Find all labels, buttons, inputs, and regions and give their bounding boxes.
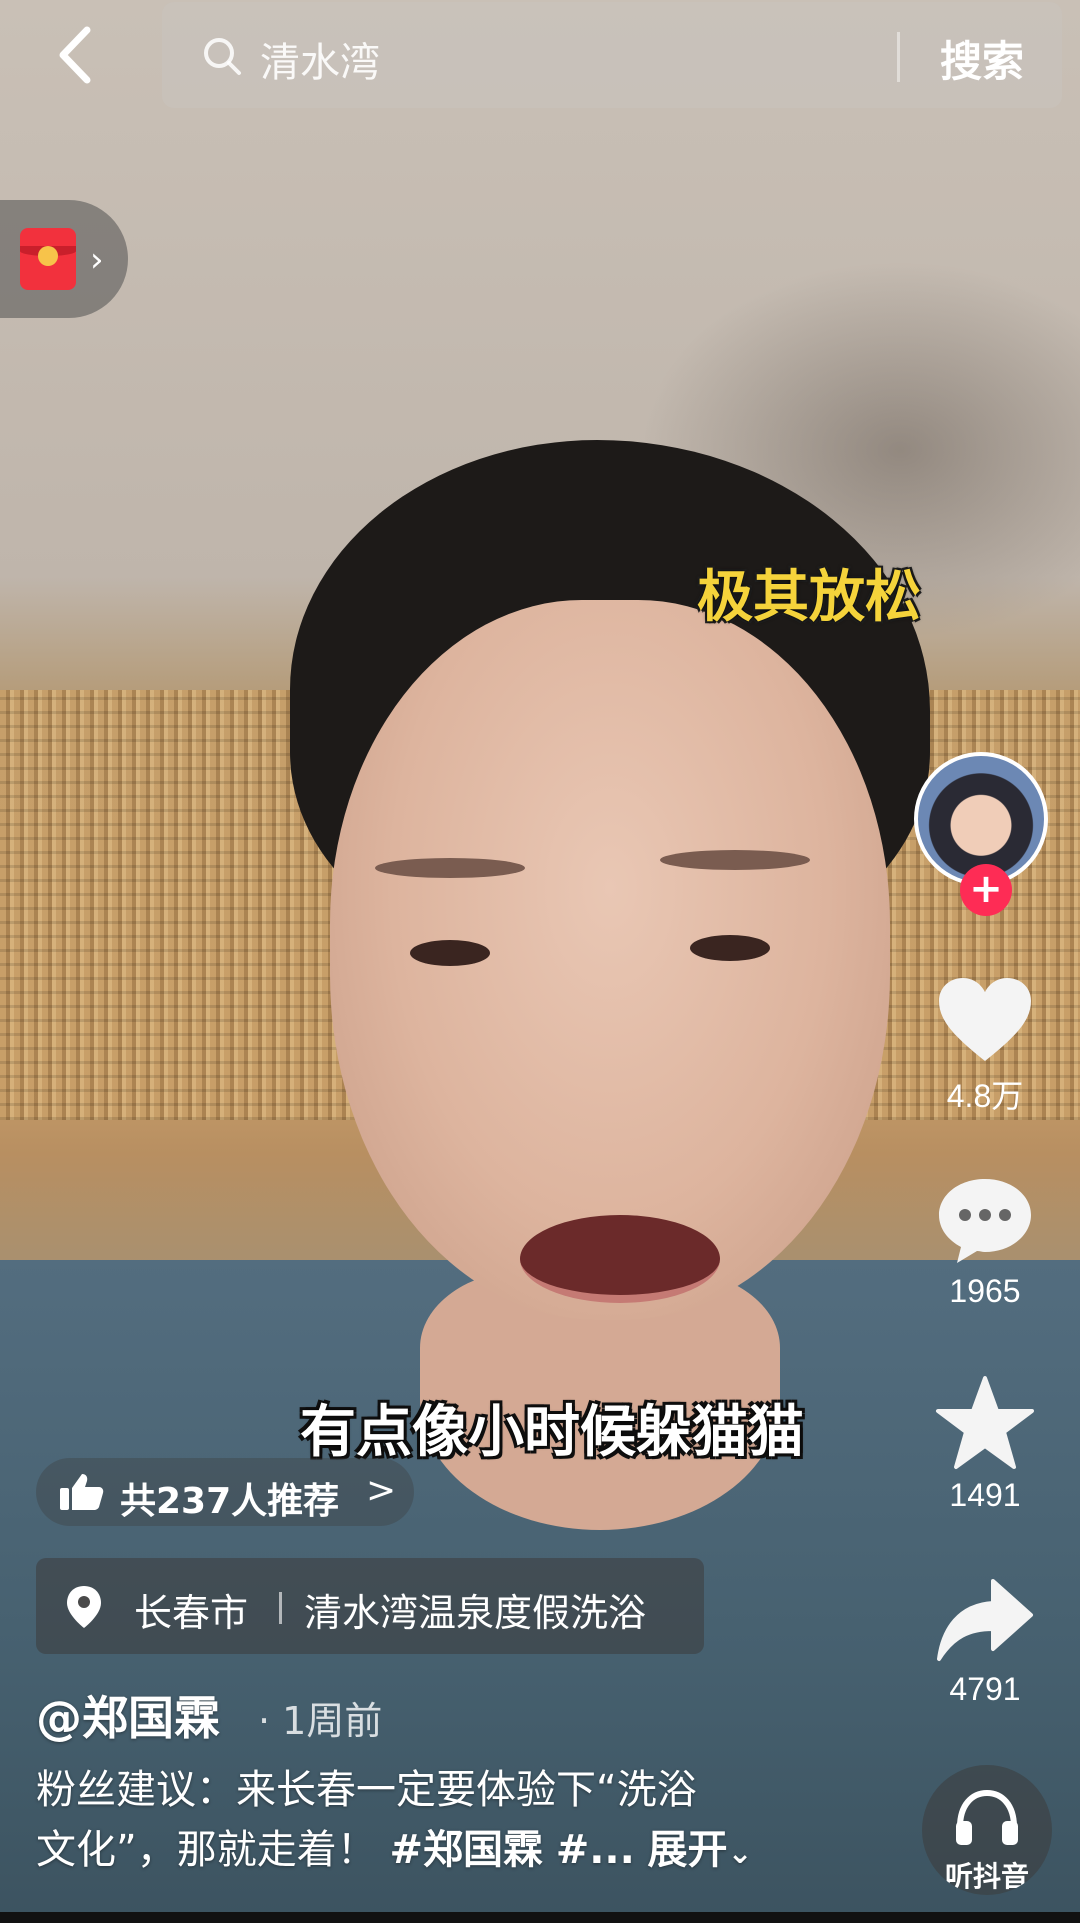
- bottom-edge: [0, 1912, 1080, 1923]
- search-icon: [204, 38, 241, 75]
- like-count: 4.8万: [946, 1078, 1024, 1114]
- heart-icon: [939, 978, 1031, 1061]
- search-button[interactable]: 搜索: [940, 28, 1024, 89]
- location-divider: [279, 1592, 282, 1624]
- author-avatar-block[interactable]: +: [910, 752, 1060, 916]
- comment-count: 1965: [949, 1273, 1021, 1309]
- share-button[interactable]: 4791: [910, 1575, 1060, 1708]
- thumbs-up-icon: [60, 1474, 104, 1510]
- left-eye: [410, 940, 490, 966]
- author-name[interactable]: @郑国霖: [36, 1682, 220, 1748]
- location-place: 清水湾温泉度假洗浴: [304, 1591, 647, 1635]
- favorite-count: 1491: [949, 1477, 1021, 1513]
- star-icon: [936, 1376, 1034, 1469]
- right-eye: [690, 935, 770, 961]
- share-icon: [937, 1579, 1033, 1661]
- like-button[interactable]: 4.8万: [910, 975, 1060, 1117]
- video-caption-subtitle: 有点像小时候躲猫猫: [300, 1400, 804, 1465]
- listen-button[interactable]: 听抖音: [922, 1765, 1052, 1895]
- red-packet-icon: [20, 228, 76, 290]
- favorite-button[interactable]: 1491: [910, 1375, 1060, 1514]
- back-arrow-icon: [59, 26, 91, 84]
- post-description[interactable]: 粉丝建议：来长春一定要体验下“洗浴 文化”，那就走着！ #郑国霖 #... 展开…: [36, 1760, 796, 1884]
- comment-button[interactable]: 1965: [910, 1175, 1060, 1310]
- mouth: [520, 1215, 720, 1303]
- follow-button[interactable]: +: [960, 864, 1012, 916]
- search-input[interactable]: 清水湾: [260, 30, 380, 88]
- desc-line-2-wrap: 文化”，那就走着！ #郑国霖 #... 展开⌄: [36, 1820, 796, 1884]
- chevron-right-icon: >: [366, 1470, 397, 1511]
- hashtag[interactable]: #郑国霖: [389, 1827, 543, 1873]
- back-button[interactable]: [40, 20, 110, 90]
- expand-label: 展开: [647, 1827, 728, 1873]
- recommend-text: 共237人推荐: [120, 1481, 340, 1522]
- face: [330, 600, 890, 1320]
- right-brow: [660, 850, 810, 870]
- chevron-right-icon: ›: [90, 240, 104, 280]
- location-tag[interactable]: 长春市 清水湾温泉度假洗浴: [36, 1558, 704, 1654]
- expand-button[interactable]: 展开⌄: [648, 1827, 753, 1873]
- headphones-icon: [956, 1789, 1018, 1845]
- search-bar[interactable]: 清水湾 搜索: [162, 2, 1062, 108]
- hashtag[interactable]: #...: [556, 1827, 635, 1873]
- location-city: 长春市: [134, 1591, 249, 1635]
- desc-line-1: 粉丝建议：来长春一定要体验下“洗浴: [36, 1767, 697, 1813]
- comment-icon: [939, 1179, 1031, 1263]
- listen-label: 听抖音: [944, 1860, 1029, 1893]
- recommend-pill[interactable]: 共237人推荐 >: [36, 1458, 414, 1526]
- desc-line-2: 文化”，那就走着！: [36, 1827, 377, 1873]
- video-caption-top: 极其放松: [697, 565, 921, 630]
- share-count: 4791: [949, 1671, 1021, 1707]
- search-divider: [897, 32, 900, 82]
- left-brow: [375, 858, 525, 878]
- post-time: · 1周前: [258, 1699, 383, 1743]
- red-packet-widget[interactable]: ›: [0, 200, 128, 318]
- location-pin-icon: [67, 1586, 101, 1628]
- chevron-down-icon: ⌄: [727, 1836, 753, 1871]
